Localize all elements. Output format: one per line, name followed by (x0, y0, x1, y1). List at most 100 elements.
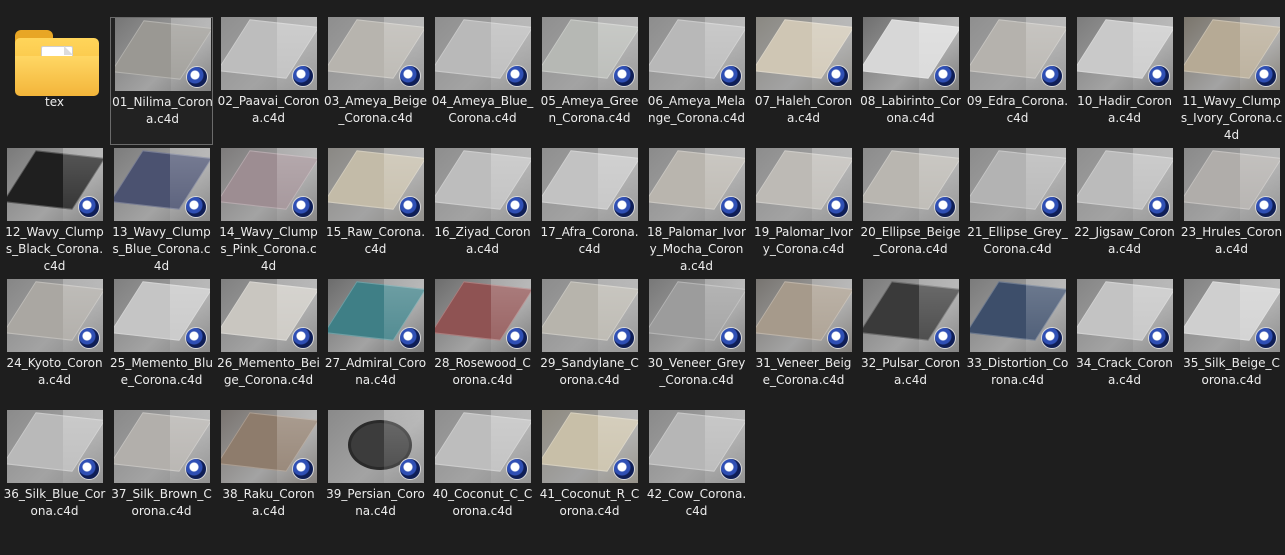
file-thumbnail (1077, 17, 1173, 90)
cinema4d-icon (292, 327, 314, 349)
file-label: 41_Coconut_R_Corona.c4d (539, 487, 640, 518)
file-item[interactable]: 14_Wavy_Clumps_Pink_Corona.c4d (217, 148, 320, 276)
file-label: 19_Palomar_Ivory_Corona.c4d (754, 225, 853, 256)
file-item[interactable]: 18_Palomar_Ivory_Mocha_Corona.c4d (645, 148, 748, 276)
cinema4d-icon (506, 327, 528, 349)
file-item[interactable]: 15_Raw_Corona.c4d (324, 148, 427, 276)
cinema4d-icon (934, 196, 956, 218)
file-item[interactable]: 20_Ellipse_Beige_Corona.c4d (859, 148, 962, 276)
file-thumbnail (328, 279, 424, 352)
file-thumbnail (114, 148, 210, 221)
file-thumbnail (542, 17, 638, 90)
file-item[interactable]: 04_Ameya_Blue_Corona.c4d (431, 17, 534, 145)
cinema4d-icon (720, 196, 742, 218)
file-item[interactable]: 32_Pulsar_Corona.c4d (859, 279, 962, 407)
file-item[interactable]: 22_Jigsaw_Corona.c4d (1073, 148, 1176, 276)
file-item[interactable]: 29_Sandylane_Corona.c4d (538, 279, 641, 407)
file-thumbnail (649, 148, 745, 221)
file-thumbnail (863, 148, 959, 221)
cinema4d-icon (1148, 196, 1170, 218)
file-item[interactable]: 31_Veneer_Beige_Corona.c4d (752, 279, 855, 407)
cinema4d-icon (934, 65, 956, 87)
file-thumbnail (7, 148, 103, 221)
folder-label: tex (45, 95, 64, 109)
file-label: 38_Raku_Corona.c4d (222, 487, 315, 518)
file-thumbnail (328, 148, 424, 221)
file-item[interactable]: 13_Wavy_Clumps_Blue_Corona.c4d (110, 148, 213, 276)
file-item[interactable]: 41_Coconut_R_Corona.c4d (538, 410, 641, 538)
file-item[interactable]: 03_Ameya_Beige_Corona.c4d (324, 17, 427, 145)
file-label: 13_Wavy_Clumps_Blue_Corona.c4d (112, 225, 211, 273)
file-label: 10_Hadir_Corona.c4d (1077, 94, 1172, 125)
cinema4d-icon (1148, 65, 1170, 87)
file-thumbnail (221, 410, 317, 483)
cinema4d-icon (1255, 65, 1277, 87)
file-item[interactable]: 37_Silk_Brown_Corona.c4d (110, 410, 213, 538)
file-item[interactable]: 26_Memento_Beige_Corona.c4d (217, 279, 320, 407)
file-label: 17_Afra_Corona.c4d (540, 225, 639, 256)
file-thumbnail (756, 17, 852, 90)
file-item[interactable]: 11_Wavy_Clumps_Ivory_Corona.c4d (1180, 17, 1283, 145)
file-thumbnail (114, 410, 210, 483)
cinema4d-icon (1148, 327, 1170, 349)
file-label: 25_Memento_Blue_Corona.c4d (110, 356, 213, 387)
file-label: 30_Veneer_Grey_Corona.c4d (647, 356, 746, 387)
cinema4d-icon (934, 327, 956, 349)
file-item[interactable]: 05_Ameya_Green_Corona.c4d (538, 17, 641, 145)
file-item[interactable]: 38_Raku_Corona.c4d (217, 410, 320, 538)
file-item[interactable]: 02_Paavai_Corona.c4d (217, 17, 320, 145)
file-label: 35_Silk_Beige_Corona.c4d (1183, 356, 1280, 387)
file-label: 40_Coconut_C_Corona.c4d (432, 487, 533, 518)
file-item[interactable]: 28_Rosewood_Corona.c4d (431, 279, 534, 407)
cinema4d-icon (827, 196, 849, 218)
cinema4d-icon (186, 66, 208, 88)
file-item[interactable]: 09_Edra_Corona.c4d (966, 17, 1069, 145)
file-item[interactable]: 42_Cow_Corona.c4d (645, 410, 748, 538)
file-item[interactable]: 40_Coconut_C_Corona.c4d (431, 410, 534, 538)
file-item[interactable]: 25_Memento_Blue_Corona.c4d (110, 279, 213, 407)
file-label: 20_Ellipse_Beige_Corona.c4d (860, 225, 961, 256)
file-item[interactable]: 23_Hrules_Corona.c4d (1180, 148, 1283, 276)
file-label: 02_Paavai_Corona.c4d (217, 94, 320, 125)
file-grid: tex 01_Nilima_Corona.c4d 02_Paavai_Corona… (0, 0, 1285, 555)
file-item[interactable]: 34_Crack_Corona.c4d (1073, 279, 1176, 407)
file-thumbnail (863, 279, 959, 352)
file-item[interactable]: 12_Wavy_Clumps_Black_Corona.c4d (3, 148, 106, 276)
folder-tex[interactable]: tex (3, 18, 106, 146)
cinema4d-icon (399, 327, 421, 349)
file-item[interactable]: 35_Silk_Beige_Corona.c4d (1180, 279, 1283, 407)
cinema4d-icon (1041, 65, 1063, 87)
file-thumbnail (542, 279, 638, 352)
file-item[interactable]: 19_Palomar_Ivory_Corona.c4d (752, 148, 855, 276)
file-label: 07_Haleh_Corona.c4d (754, 94, 853, 125)
file-thumbnail (328, 17, 424, 90)
file-item[interactable]: 17_Afra_Corona.c4d (538, 148, 641, 276)
cinema4d-icon (827, 65, 849, 87)
cinema4d-icon (292, 196, 314, 218)
file-item[interactable]: 01_Nilima_Corona.c4d (110, 17, 213, 145)
file-label: 04_Ameya_Blue_Corona.c4d (431, 94, 534, 125)
file-item[interactable]: 33_Distortion_Corona.c4d (966, 279, 1069, 407)
file-item[interactable]: 39_Persian_Corona.c4d (324, 410, 427, 538)
cinema4d-icon (720, 458, 742, 480)
file-item[interactable]: 07_Haleh_Corona.c4d (752, 17, 855, 145)
file-label: 21_Ellipse_Grey_Corona.c4d (967, 225, 1068, 256)
file-thumbnail (435, 148, 531, 221)
file-item[interactable]: 24_Kyoto_Corona.c4d (3, 279, 106, 407)
file-thumbnail (970, 17, 1066, 90)
file-item[interactable]: 06_Ameya_Melange_Corona.c4d (645, 17, 748, 145)
cinema4d-icon (399, 196, 421, 218)
file-item[interactable]: 21_Ellipse_Grey_Corona.c4d (966, 148, 1069, 276)
file-thumbnail (756, 279, 852, 352)
file-item[interactable]: 27_Admiral_Corona.c4d (324, 279, 427, 407)
cinema4d-icon (1255, 327, 1277, 349)
file-thumbnail (435, 410, 531, 483)
cinema4d-icon (613, 327, 635, 349)
file-item[interactable]: 36_Silk_Blue_Corona.c4d (3, 410, 106, 538)
file-item[interactable]: 30_Veneer_Grey_Corona.c4d (645, 279, 748, 407)
file-item[interactable]: 08_Labirinto_Corona.c4d (859, 17, 962, 145)
file-thumbnail (1184, 17, 1280, 90)
file-item[interactable]: 16_Ziyad_Corona.c4d (431, 148, 534, 276)
file-item[interactable]: 10_Hadir_Corona.c4d (1073, 17, 1176, 145)
cinema4d-icon (185, 458, 207, 480)
